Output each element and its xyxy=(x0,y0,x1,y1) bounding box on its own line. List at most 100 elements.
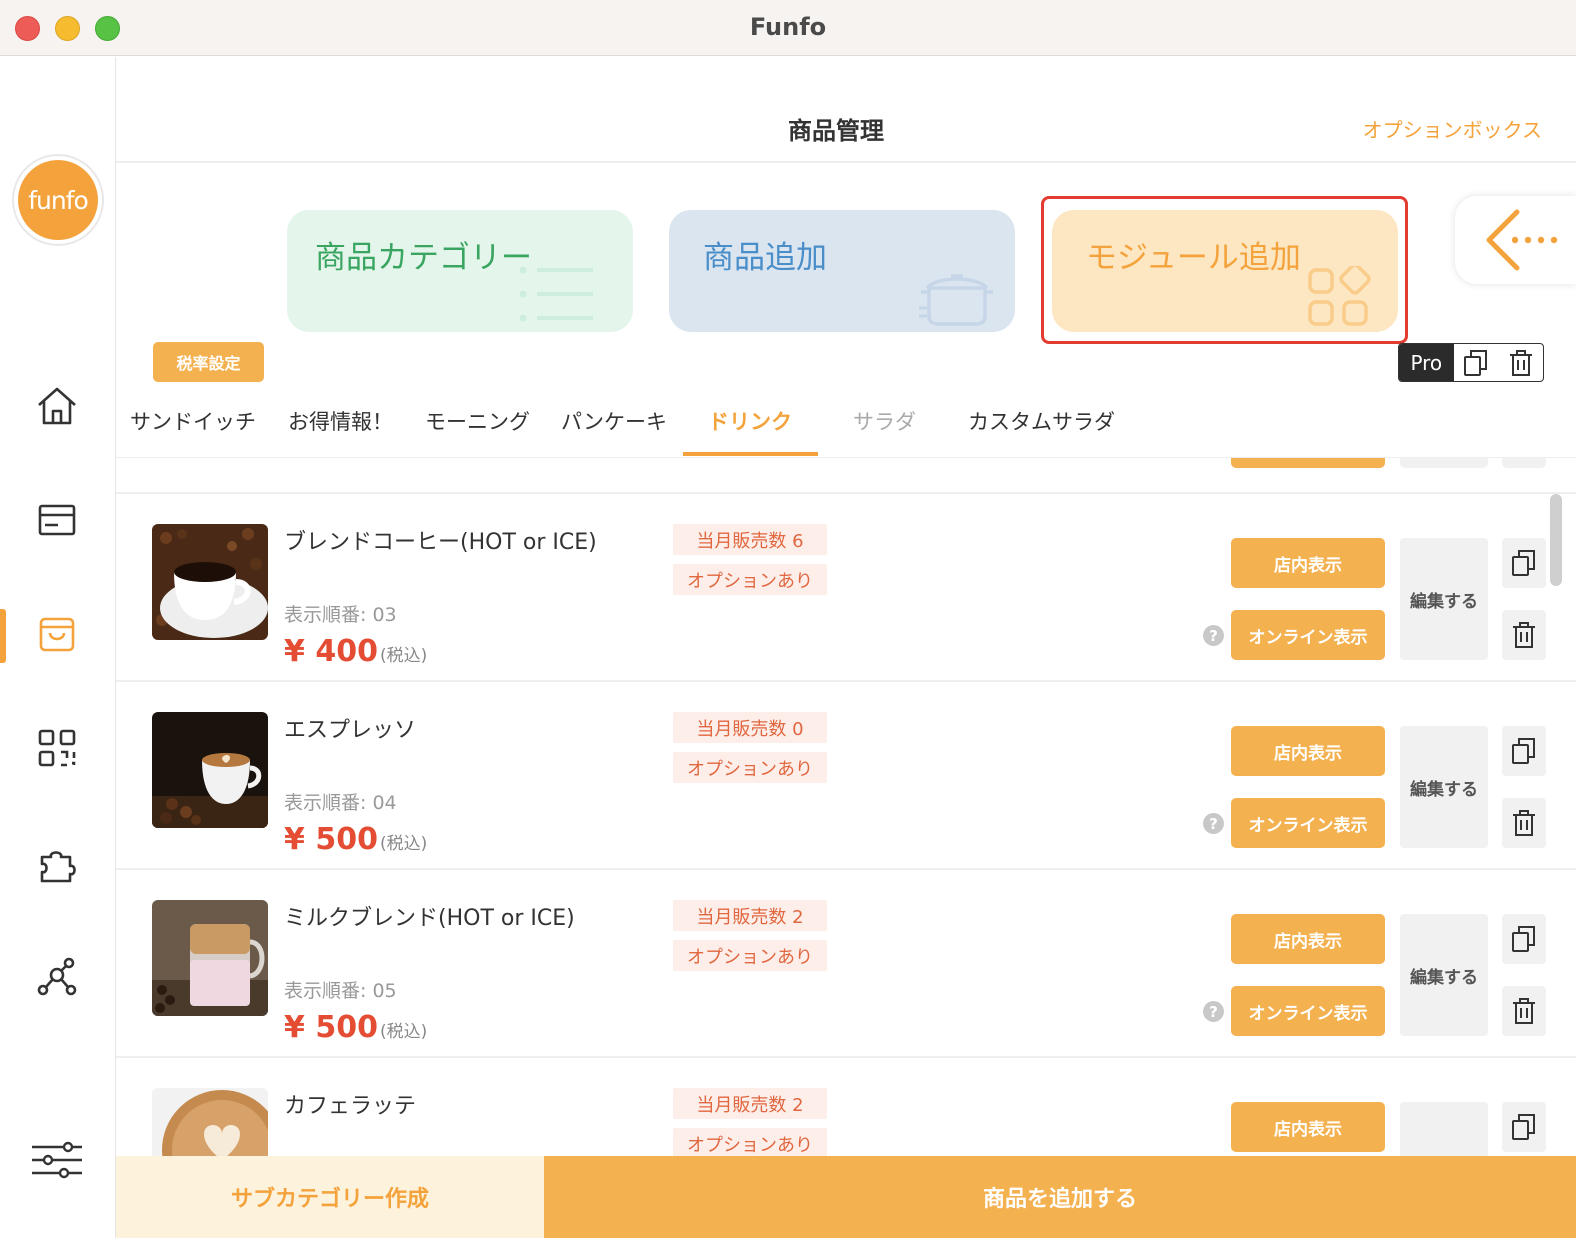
option-box-link[interactable]: オプションボックス xyxy=(1363,114,1542,143)
network-icon xyxy=(37,957,77,996)
pro-badge: Pro xyxy=(1399,344,1454,381)
coffee-cup-image xyxy=(152,524,268,640)
product-category-label: 商品カテゴリー xyxy=(315,240,532,276)
delete-button[interactable] xyxy=(1502,986,1546,1036)
display-order: 表示順番: 04 xyxy=(284,792,397,814)
home-icon xyxy=(38,387,76,425)
sidebar-item-products[interactable] xyxy=(34,611,80,657)
more-card[interactable] xyxy=(1455,196,1576,284)
product-name: ミルクブレンド(HOT or ICE) xyxy=(284,906,575,931)
sidebar-active-indicator xyxy=(0,609,6,663)
monthly-sales-badge: 当月販売数 2 xyxy=(673,1088,827,1119)
edit-button[interactable]: 編集する xyxy=(1400,538,1488,660)
sidebar-item-settings[interactable] xyxy=(30,1137,84,1183)
bulk-copy-button[interactable] xyxy=(1454,344,1499,381)
copy-button[interactable] xyxy=(1502,538,1546,588)
online-display-button[interactable]: オンライン表示 xyxy=(1231,798,1385,848)
active-tab-indicator xyxy=(683,452,818,456)
copy-icon xyxy=(1463,349,1487,376)
create-subcategory-button[interactable]: サブカテゴリー作成 xyxy=(116,1156,544,1238)
tax-note: (税込) xyxy=(379,1022,428,1042)
store-display-button[interactable]: 店内表示 xyxy=(1231,538,1385,588)
table-row[interactable]: ミルクブレンド(HOT or ICE) 表示順番: 05 ¥ 500 (税込) 当… xyxy=(116,868,1576,1056)
option-badge: オプションあり xyxy=(673,1128,827,1156)
online-display-button[interactable]: オンライン表示 xyxy=(1231,986,1385,1036)
help-icon[interactable]: ? xyxy=(1203,1001,1224,1022)
delete-button[interactable] xyxy=(1502,798,1546,848)
tab-pancake[interactable]: パンケーキ xyxy=(561,406,667,436)
sidebar-item-qr[interactable] xyxy=(34,725,80,771)
pot-icon xyxy=(919,274,993,326)
copy-button[interactable] xyxy=(1502,914,1546,964)
product-image xyxy=(152,900,268,1016)
price-value: ¥ 400 xyxy=(284,634,378,669)
tax-note: (税込) xyxy=(379,834,428,854)
copy-icon xyxy=(1512,1114,1535,1140)
copy-icon xyxy=(1512,926,1535,952)
monthly-sales-badge: 当月販売数 2 xyxy=(673,900,827,931)
copy-button[interactable] xyxy=(1502,726,1546,776)
page-title: 商品管理 xyxy=(788,117,884,145)
edit-button[interactable]: 編集する xyxy=(1400,726,1488,848)
add-product-card[interactable]: 商品追加 xyxy=(669,210,1015,332)
online-display-button[interactable]: オンライン表示 xyxy=(1231,610,1385,660)
edit-button[interactable] xyxy=(1400,1102,1488,1156)
display-order: 表示順番: 05 xyxy=(284,980,397,1002)
option-badge: オプションあり xyxy=(673,940,827,971)
product-category-card[interactable]: 商品カテゴリー xyxy=(287,210,633,332)
price-value: ¥ 500 xyxy=(284,822,378,857)
tax-setting-button[interactable]: 税率設定 xyxy=(153,342,264,382)
store-display-button[interactable]: 店内表示 xyxy=(1231,726,1385,776)
logo-text: funfo xyxy=(18,160,98,240)
delete-button[interactable] xyxy=(1502,610,1546,660)
list-icon xyxy=(519,266,593,322)
product-name: カフェラッテ xyxy=(284,1094,417,1119)
app-logo[interactable]: funfo xyxy=(12,154,104,246)
store-display-button[interactable]: 店内表示 xyxy=(1231,1102,1385,1152)
shopping-bag-icon xyxy=(39,617,75,652)
option-badge: オプションあり xyxy=(673,564,827,595)
tab-sandwich[interactable]: サンドイッチ xyxy=(130,406,256,436)
trash-icon xyxy=(1509,349,1532,376)
product-name: エスプレッソ xyxy=(284,718,417,743)
table-row[interactable]: ブレンドコーヒー(HOT or ICE) 表示順番: 03 ¥ 400 (税込) … xyxy=(116,492,1576,680)
product-list: ブレンドコーヒー(HOT or ICE) 表示順番: 03 ¥ 400 (税込) … xyxy=(116,458,1576,1156)
previous-row-button xyxy=(1231,458,1385,468)
sliders-icon xyxy=(32,1141,82,1179)
tab-deals[interactable]: お得情報！ xyxy=(288,406,393,436)
window-title: Funfo xyxy=(749,13,827,41)
product-price: ¥ 500 (税込) xyxy=(284,822,427,857)
option-badge: オプションあり xyxy=(673,752,827,783)
bulk-delete-button[interactable] xyxy=(1498,344,1543,381)
product-price: ¥ 500 (税込) xyxy=(284,1010,427,1045)
highlight-box xyxy=(1041,196,1408,344)
list-scrollbar[interactable] xyxy=(1550,494,1562,586)
tab-drink[interactable]: ドリンク xyxy=(708,406,792,436)
sidebar-item-network[interactable] xyxy=(34,955,80,1001)
sidebar-item-orders[interactable] xyxy=(34,497,80,543)
help-icon[interactable]: ? xyxy=(1203,625,1224,646)
display-order: 表示順番: 03 xyxy=(284,604,397,626)
tab-morning[interactable]: モーニング xyxy=(425,406,530,436)
trash-icon xyxy=(1513,810,1535,836)
product-name: ブレンドコーヒー(HOT or ICE) xyxy=(284,530,597,555)
product-price: ¥ 400 (税込) xyxy=(284,634,427,669)
sidebar-item-home[interactable] xyxy=(34,383,80,429)
monthly-sales-badge: 当月販売数 6 xyxy=(673,524,827,555)
milk-blend-image xyxy=(152,900,268,1016)
qr-code-icon xyxy=(38,729,76,767)
table-row[interactable]: エスプレッソ 表示順番: 04 ¥ 500 (税込) 当月販売数 0 オプションあ… xyxy=(116,680,1576,868)
copy-button[interactable] xyxy=(1502,1102,1546,1152)
puzzle-icon xyxy=(40,851,76,883)
help-icon[interactable]: ? xyxy=(1203,813,1224,834)
product-image xyxy=(152,1088,268,1156)
edit-button[interactable]: 編集する xyxy=(1400,914,1488,1036)
sidebar-item-plugins[interactable] xyxy=(34,841,80,887)
store-display-button[interactable]: 店内表示 xyxy=(1231,914,1385,964)
page-header: 商品管理 オプションボックス xyxy=(116,57,1576,163)
add-product-button[interactable]: 商品を追加する xyxy=(544,1156,1576,1238)
table-row[interactable]: カフェラッテ 当月販売数 2 オプションあり 店内表示 xyxy=(116,1056,1576,1156)
tab-custom-salad[interactable]: カスタムサラダ xyxy=(968,406,1115,436)
category-tabs: サンドイッチ お得情報！ モーニング パンケーキ ドリンク サラダ カスタムサラ… xyxy=(116,396,1576,458)
tab-salad[interactable]: サラダ xyxy=(853,406,916,436)
